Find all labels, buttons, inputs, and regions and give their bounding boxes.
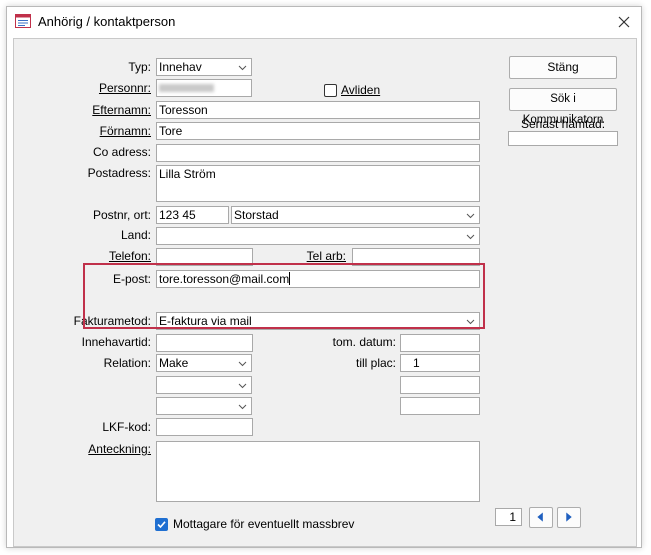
efternamn-label: Efternamn: bbox=[92, 103, 151, 117]
personnr-field[interactable] bbox=[156, 79, 252, 97]
record-number-field[interactable]: 1 bbox=[495, 508, 522, 526]
tillplac-label: till plac: bbox=[355, 356, 396, 370]
fornamn-field[interactable]: Tore bbox=[156, 122, 480, 140]
relation-select[interactable]: Make bbox=[156, 354, 252, 372]
typ-select[interactable]: Innehav bbox=[156, 58, 252, 76]
relation-select-2[interactable] bbox=[156, 376, 252, 394]
close-icon[interactable] bbox=[615, 13, 633, 31]
chevron-down-icon[interactable] bbox=[463, 229, 478, 244]
coadress-label: Co adress: bbox=[92, 145, 151, 159]
telefon-label: Telefon: bbox=[108, 249, 151, 263]
chevron-down-icon[interactable] bbox=[235, 60, 250, 75]
typ-value: Innehav bbox=[159, 60, 202, 74]
innehavartid-label: Innehavartid: bbox=[81, 335, 151, 349]
postadress-label: Postadress: bbox=[87, 166, 151, 180]
checkmark-icon bbox=[157, 521, 166, 529]
senast-hamtad-label: Senast hämtad: bbox=[520, 117, 606, 131]
relation-select-3[interactable] bbox=[156, 397, 252, 415]
personnr-label: Personnr: bbox=[98, 81, 151, 95]
land-label: Land: bbox=[120, 228, 151, 242]
typ-label: Typ: bbox=[128, 60, 151, 74]
stang-button[interactable]: Stäng bbox=[509, 56, 617, 79]
telarb-label: Tel arb: bbox=[306, 249, 346, 263]
tomdatum-field[interactable] bbox=[400, 334, 480, 352]
tillplac-field-2[interactable] bbox=[400, 376, 480, 394]
title-bar: Anhörig / kontaktperson bbox=[7, 7, 641, 37]
chevron-down-icon[interactable] bbox=[235, 356, 250, 371]
ort-select[interactable]: Storstad bbox=[231, 206, 480, 224]
anteckning-field[interactable] bbox=[156, 441, 480, 502]
form-icon bbox=[15, 14, 31, 28]
window-title: Anhörig / kontaktperson bbox=[38, 14, 176, 29]
postnr-field[interactable]: 123 45 bbox=[156, 206, 229, 224]
avliden-checkbox[interactable] bbox=[324, 84, 337, 97]
tillplac-field-3[interactable] bbox=[400, 397, 480, 415]
prev-record-button[interactable] bbox=[529, 507, 553, 528]
anteckning-label: Anteckning: bbox=[88, 442, 151, 456]
ort-value: Storstad bbox=[234, 208, 279, 222]
postnr-ort-label: Postnr, ort: bbox=[92, 208, 151, 222]
fornamn-label: Förnamn: bbox=[99, 124, 151, 138]
lkfkod-label: LKF-kod: bbox=[102, 420, 151, 434]
lkfkod-field[interactable] bbox=[156, 418, 253, 436]
efternamn-field[interactable]: Toresson bbox=[156, 101, 480, 119]
highlight-box bbox=[83, 263, 485, 329]
next-record-button[interactable] bbox=[557, 507, 581, 528]
tillplac-field[interactable]: 1 bbox=[400, 354, 480, 372]
chevron-down-icon[interactable] bbox=[235, 378, 250, 393]
dialog-window: Anhörig / kontaktperson Typ: Innehav Per… bbox=[6, 6, 642, 548]
relation-value: Make bbox=[159, 356, 189, 370]
record-number: 1 bbox=[509, 510, 516, 524]
sok-kommunikatorn-button[interactable]: Sök i Kommunikatorn bbox=[509, 88, 617, 126]
form-area: Typ: Innehav Personnr: Avliden Efternamn… bbox=[13, 38, 637, 547]
avliden-label: Avliden bbox=[341, 83, 381, 97]
tillplac-value: 1 bbox=[413, 356, 420, 370]
coadress-field[interactable] bbox=[156, 144, 480, 162]
senast-hamtad-field bbox=[508, 131, 618, 146]
postadress-field[interactable]: Lilla Ström bbox=[156, 165, 480, 202]
triangle-left-icon bbox=[537, 512, 543, 522]
tomdatum-label: tom. datum: bbox=[332, 335, 396, 349]
massbrev-checkbox[interactable] bbox=[155, 518, 168, 531]
chevron-down-icon[interactable] bbox=[463, 208, 478, 223]
massbrev-label: Mottagare för eventuellt massbrev bbox=[173, 517, 355, 531]
chevron-down-icon[interactable] bbox=[235, 399, 250, 414]
relation-label: Relation: bbox=[103, 356, 151, 370]
innehavartid-field[interactable] bbox=[156, 334, 253, 352]
personnr-blurred bbox=[159, 84, 214, 92]
land-select[interactable] bbox=[156, 227, 480, 245]
triangle-right-icon bbox=[566, 512, 572, 522]
